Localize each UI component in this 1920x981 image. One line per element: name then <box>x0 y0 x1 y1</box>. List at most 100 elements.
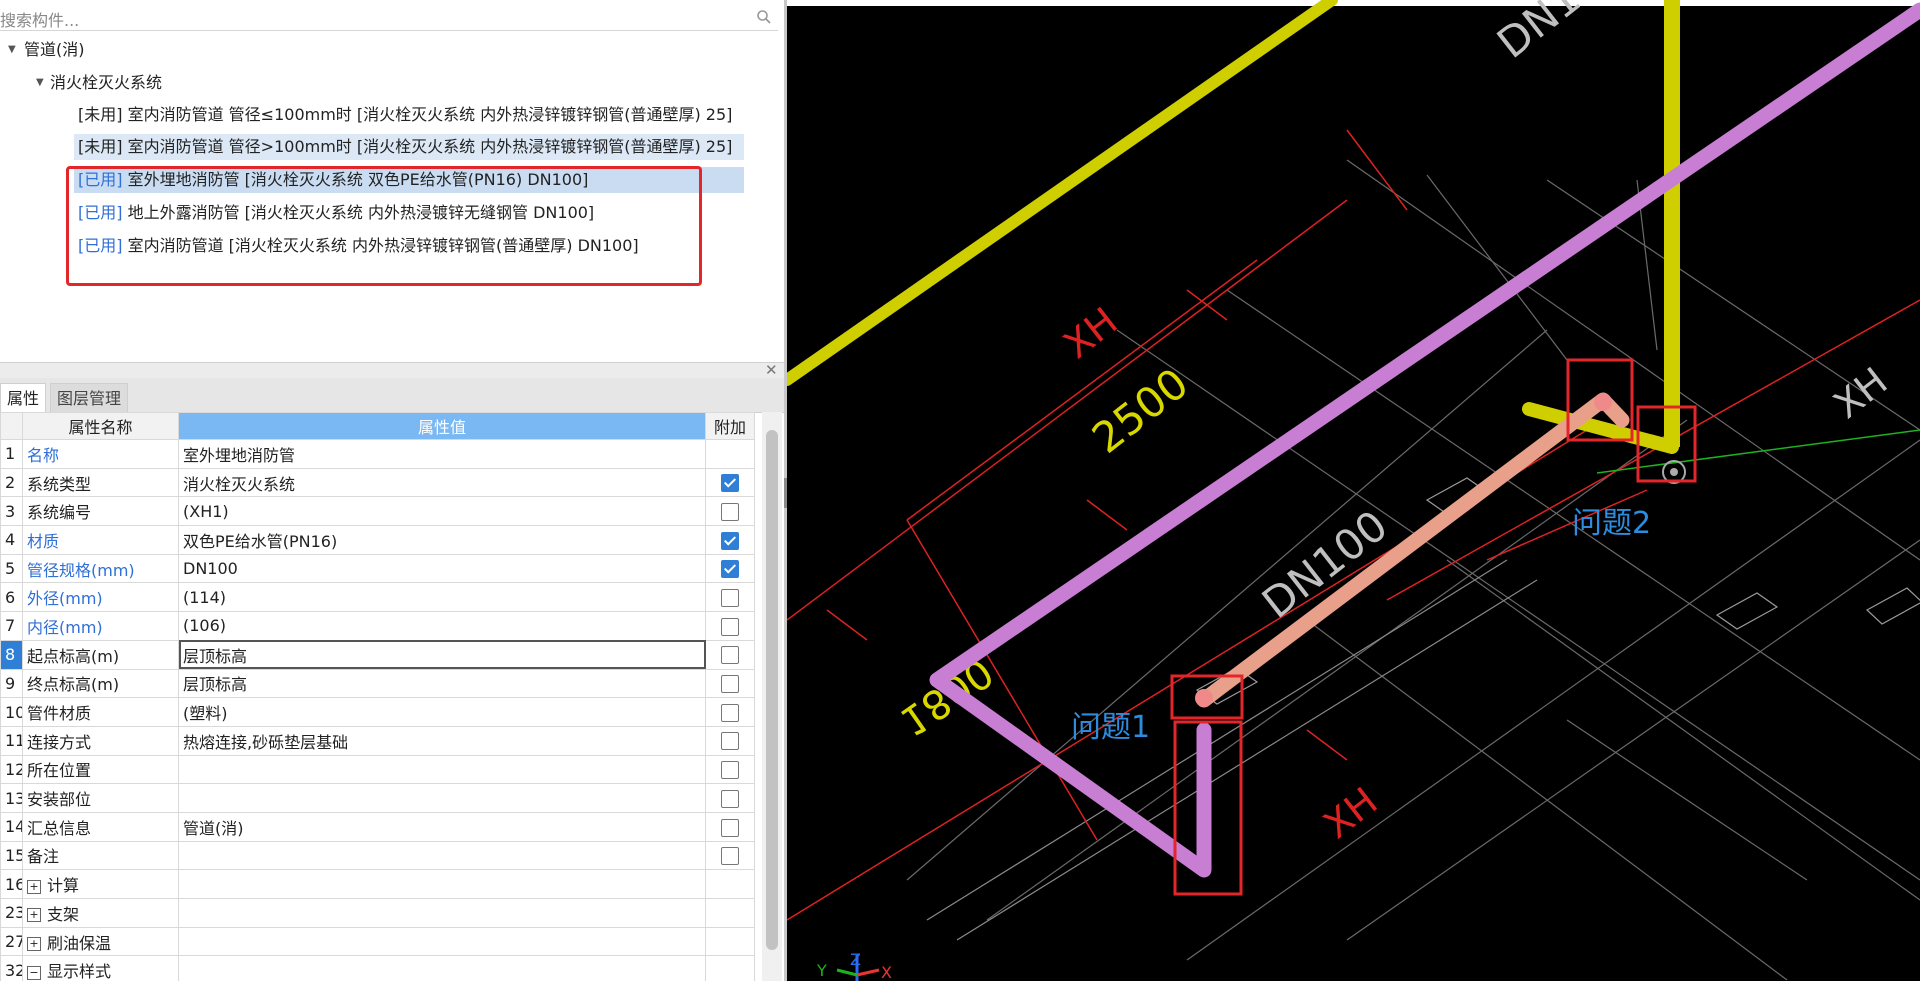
tree-item[interactable]: [未用] 室内消防管道 管径≤100mm时 [消火栓灭火系统 内外热浸锌镀锌钢管… <box>74 102 744 128</box>
property-name: 内径(mm) <box>22 611 179 641</box>
property-name: 安装部位 <box>22 783 179 813</box>
tree-group[interactable]: ▼ 消火栓灭火系统 <box>36 70 162 96</box>
pipe-yellow[interactable] <box>787 0 1338 386</box>
collapse-triangle-icon[interactable]: ▼ <box>8 37 16 63</box>
row-number: 32 <box>0 955 23 981</box>
property-name: 起点标高(m) <box>22 639 179 670</box>
table-row-group: 23 + 支架 <box>0 898 755 928</box>
property-value[interactable]: (塑料) <box>178 697 706 727</box>
properties-table: 属性名称 属性值 附加 1 名称 室外埋地消防管 2 系统类型 消火栓灭火系统 3 系统编… <box>0 412 755 981</box>
property-name-header: 属性名称 <box>22 412 179 440</box>
property-group[interactable]: − 显示样式 <box>22 955 179 981</box>
additional-checkbox[interactable] <box>721 789 739 808</box>
table-row: 9 终点标高(m) 层顶标高 <box>0 668 755 699</box>
property-name: 名称 <box>22 439 179 469</box>
expand-icon[interactable]: + <box>27 908 41 923</box>
property-name: 系统编号 <box>22 496 179 527</box>
additional-checkbox[interactable] <box>721 617 739 636</box>
additional-checkbox[interactable] <box>721 818 739 837</box>
issue-1-label: 问题1 <box>1071 710 1151 745</box>
additional-checkbox[interactable] <box>721 847 739 866</box>
search-icon[interactable] <box>756 9 772 25</box>
close-icon[interactable]: ✕ <box>765 361 778 379</box>
collapse-icon[interactable]: − <box>27 965 41 980</box>
additional-checkbox[interactable] <box>721 531 739 550</box>
table-row: 12所在位置 <box>0 754 755 785</box>
row-number: 13 <box>0 783 23 813</box>
row-number: 11 <box>0 725 23 756</box>
additional-checkbox[interactable] <box>721 474 739 493</box>
system-code-label: XH <box>1055 299 1125 367</box>
system-code-label: XH <box>1315 779 1385 847</box>
property-value[interactable]: (106) <box>178 611 706 641</box>
property-name: 管件材质 <box>22 697 179 727</box>
property-value[interactable]: (XH1) <box>178 496 706 527</box>
search-input[interactable]: 搜索构件... <box>0 7 79 31</box>
additional-checkbox[interactable] <box>721 732 739 751</box>
property-value[interactable]: 双色PE给水管(PN16) <box>178 525 706 555</box>
property-value[interactable]: 热熔连接,砂砾垫层基础 <box>178 725 706 756</box>
property-name: 管径规格(mm) <box>22 553 179 584</box>
tab-properties[interactable]: 属性 <box>0 383 47 413</box>
scrollbar-thumb[interactable] <box>766 430 778 950</box>
property-group-label: 支架 <box>47 904 80 924</box>
tree-root[interactable]: ▼ 管道(消) <box>8 37 85 63</box>
tree-item-label: 室内消防管道 管径≤100mm时 [消火栓灭火系统 内外热浸锌镀锌钢管(普通壁厚… <box>127 105 733 124</box>
grid-lines <box>906 159 1920 981</box>
property-value[interactable] <box>178 754 706 785</box>
3d-scene[interactable]: 2500 1800 DN100 DN10 XH XH XH Y Z X <box>787 0 1920 981</box>
additional-checkbox[interactable] <box>721 589 739 608</box>
row-number: 27 <box>0 926 23 957</box>
tree-item[interactable]: [未用] 室内消防管道 管径>100mm时 [消火栓灭火系统 内外热浸锌镀锌钢管… <box>74 134 744 160</box>
collapse-triangle-icon[interactable]: ▼ <box>36 70 44 96</box>
table-row-active: 8 起点标高(m) 层顶标高 <box>0 639 755 670</box>
table-row: 6 外径(mm) (114) <box>0 582 755 613</box>
annotation-highlight-box <box>66 166 702 286</box>
status-tag: [未用] <box>78 105 123 124</box>
vertical-scrollbar[interactable] <box>762 412 782 981</box>
additional-checkbox[interactable] <box>721 560 739 579</box>
left-panel: 搜索构件... ▼ 管道(消) ▼ 消火栓灭火系统 [未用] 室内消防管道 管径… <box>0 0 784 981</box>
component-search[interactable]: 搜索构件... <box>0 4 778 31</box>
property-group[interactable]: + 支架 <box>22 898 179 928</box>
additional-checkbox[interactable] <box>721 675 739 694</box>
property-value[interactable] <box>178 783 706 813</box>
table-row: 7 内径(mm) (106) <box>0 611 755 641</box>
row-number: 12 <box>0 754 23 785</box>
additional-checkbox[interactable] <box>721 703 739 722</box>
property-value-input[interactable]: 层顶标高 <box>178 639 706 670</box>
property-value[interactable]: (114) <box>178 582 706 613</box>
row-number: 15 <box>0 840 23 871</box>
property-value[interactable] <box>178 840 706 871</box>
pipe-size-label: DN10 <box>1488 0 1611 68</box>
tab-layer-management[interactable]: 图层管理 <box>50 383 129 413</box>
system-code-label: XH <box>1825 359 1895 427</box>
outlet-icon <box>1670 468 1678 476</box>
table-row: 11连接方式热熔连接,砂砾垫层基础 <box>0 725 755 756</box>
dimension-label: 1800 <box>891 648 1001 744</box>
pipe-joint <box>1594 393 1612 411</box>
expand-icon[interactable]: + <box>27 879 41 894</box>
row-number: 6 <box>0 582 23 613</box>
property-group[interactable]: + 计算 <box>22 869 179 899</box>
3d-viewport[interactable]: 2500 1800 DN100 DN10 XH XH XH Y Z X 问题1 … <box>787 0 1920 981</box>
additional-checkbox[interactable] <box>721 761 739 780</box>
property-value[interactable]: 管道(消) <box>178 811 706 842</box>
additional-checkbox[interactable] <box>721 646 739 665</box>
axis-triad: Y Z X <box>816 950 892 981</box>
property-value[interactable]: DN100 <box>178 553 706 584</box>
row-number: 2 <box>0 467 23 498</box>
property-group-label: 刷油保温 <box>47 933 112 953</box>
property-value[interactable]: 层顶标高 <box>178 668 706 699</box>
expand-icon[interactable]: + <box>27 937 41 952</box>
row-number: 14 <box>0 811 23 842</box>
property-name: 外径(mm) <box>22 582 179 613</box>
table-row: 1 名称 室外埋地消防管 <box>0 439 755 469</box>
property-group[interactable]: + 刷油保温 <box>22 926 179 957</box>
status-tag: [未用] <box>78 137 123 156</box>
additional-checkbox[interactable] <box>721 502 739 521</box>
axis-z-label: Z <box>850 950 861 969</box>
property-value[interactable]: 室外埋地消防管 <box>178 439 706 469</box>
table-row: 14汇总信息管道(消) <box>0 811 755 842</box>
property-value[interactable]: 消火栓灭火系统 <box>178 467 706 498</box>
